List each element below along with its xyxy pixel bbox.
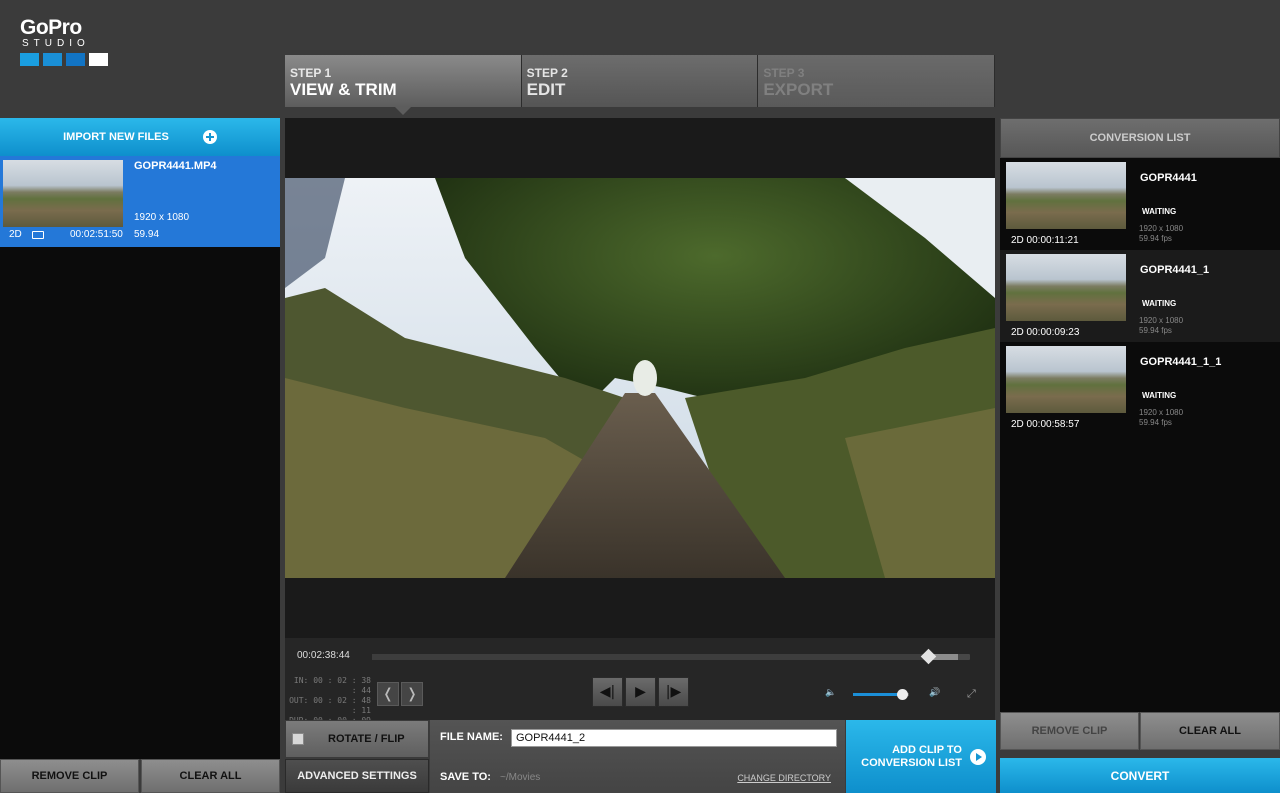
mark-in-button[interactable]: ❬ <box>377 682 399 706</box>
out-value: 00 : 02 : 48 : 11 <box>313 696 371 715</box>
playback-controls: 00:02:38:44 IN: 00 : 02 : 38 : 44 OUT: 0… <box>285 638 995 735</box>
mark-out-button[interactable]: ❭ <box>401 682 423 706</box>
step-number: STEP 2 <box>526 66 568 80</box>
logo-square <box>89 53 108 66</box>
in-label: IN: <box>293 676 309 685</box>
change-directory-link[interactable]: CHANGE DIRECTORY <box>737 773 831 783</box>
logo-brand: GoPro <box>20 16 82 39</box>
current-timecode: 00:02:38:44 <box>297 650 350 661</box>
conversion-duration: 2D 00:00:58:57 <box>1011 419 1080 430</box>
add-clip-line1: ADD CLIP TO <box>892 743 962 756</box>
add-clip-to-conversion-list-button[interactable]: ADD CLIP TO CONVERSION LIST <box>846 720 996 793</box>
conversion-resolution: 1920 x 1080 <box>1139 408 1184 417</box>
active-step-pointer <box>395 107 411 115</box>
volume-slider[interactable] <box>853 689 909 700</box>
step-number: STEP 1 <box>290 66 332 80</box>
save-to-path: ~/Movies <box>500 772 541 783</box>
file-name-label: FILE NAME: <box>440 731 503 743</box>
tab-view-trim[interactable]: STEP 1 VIEW & TRIM <box>285 55 522 115</box>
add-clip-line2: CONVERSION LIST <box>861 756 962 769</box>
mark-buttons: ❬ ❭ <box>377 682 423 706</box>
camera-icon <box>32 231 44 239</box>
tab-edit[interactable]: STEP 2 EDIT <box>521 55 759 107</box>
conversion-clip-name: GOPR4441_1_1 <box>1140 356 1222 368</box>
volume-level <box>853 693 903 696</box>
conversion-duration: 2D 00:00:09:23 <box>1011 327 1080 338</box>
volume-high-icon[interactable]: 🔊 <box>929 688 940 698</box>
conversion-duration: 2D 00:00:11:21 <box>1011 235 1079 246</box>
conversion-list-panel: CONVERSION LIST GOPR4441 WAITING 1920 x … <box>1000 118 1280 712</box>
step-title: EXPORT <box>763 80 834 99</box>
media-item[interactable]: GOPR4441.MP4 1920 x 1080 59.94 2D 00:02:… <box>0 156 280 247</box>
step-forward-button[interactable]: |▶ <box>658 677 689 707</box>
conversion-clear-all-button[interactable]: CLEAR ALL <box>1140 712 1280 750</box>
gopro-studio-logo: GoPro STUDIO <box>20 16 120 66</box>
clip-thumbnail <box>1006 346 1126 413</box>
rotate-checkbox[interactable] <box>292 733 304 745</box>
logo-squares <box>20 53 120 66</box>
out-label: OUT: <box>289 696 309 705</box>
clip-resolution: 1920 x 1080 <box>134 212 190 223</box>
video-frame[interactable] <box>285 178 995 578</box>
clip-mode: 2D <box>9 229 22 240</box>
conversion-clip-name: GOPR4441_1 <box>1140 264 1210 276</box>
import-new-files-button[interactable]: IMPORT NEW FILES <box>0 118 280 156</box>
clip-duration: 00:02:51:50 <box>70 229 123 240</box>
video-image <box>285 178 995 578</box>
status-badge: WAITING <box>1142 207 1177 216</box>
logo-square <box>20 53 39 66</box>
step-number: STEP 3 <box>763 66 805 80</box>
logo-square <box>66 53 85 66</box>
scrub-progress <box>372 654 929 660</box>
play-circle-icon <box>970 748 986 765</box>
step-title: EDIT <box>526 80 566 99</box>
clip-thumbnail <box>3 160 123 227</box>
clip-thumbnail <box>1006 162 1126 229</box>
fullscreen-icon[interactable]: ⤢ <box>967 687 976 701</box>
conversion-remove-clip-button[interactable]: REMOVE CLIP <box>1000 712 1139 750</box>
list-item[interactable]: GOPR4441 WAITING 1920 x 1080 59.94 fps 2… <box>1000 158 1280 250</box>
file-name-input[interactable] <box>511 729 837 747</box>
volume-low-icon[interactable]: 🔈 <box>825 688 836 698</box>
step-tabs: STEP 1 VIEW & TRIM STEP 2 EDIT STEP 3 EX… <box>285 55 996 115</box>
step-back-button[interactable]: ◀| <box>592 677 623 707</box>
list-item[interactable]: GOPR4441_1_1 WAITING 1920 x 1080 59.94 f… <box>1000 342 1280 434</box>
conversion-resolution: 1920 x 1080 <box>1139 224 1184 233</box>
conversion-resolution: 1920 x 1080 <box>1139 316 1184 325</box>
rotate-flip-button[interactable]: ROTATE / FLIP <box>285 720 429 758</box>
file-settings: FILE NAME: SAVE TO: ~/Movies CHANGE DIRE… <box>430 720 845 793</box>
logo-sub: STUDIO <box>22 38 90 49</box>
tab-export: STEP 3 EXPORT <box>758 55 996 107</box>
volume-handle[interactable] <box>897 689 909 700</box>
import-label: IMPORT NEW FILES <box>63 131 169 143</box>
clip-name: GOPR4441.MP4 <box>134 160 217 172</box>
advanced-settings-button[interactable]: ADVANCED SETTINGS <box>285 759 429 793</box>
plus-circle-icon <box>202 130 217 144</box>
in-value: 00 : 02 : 38 : 44 <box>313 676 371 695</box>
conversion-fps: 59.94 fps <box>1139 234 1172 243</box>
list-item[interactable]: GOPR4441_1 WAITING 1920 x 1080 59.94 fps… <box>1000 250 1280 342</box>
playhead-handle[interactable] <box>920 648 937 665</box>
play-button[interactable]: ▶ <box>625 677 656 707</box>
transport-buttons: ◀| ▶ |▶ <box>592 677 689 707</box>
convert-button[interactable]: CONVERT <box>1000 758 1280 793</box>
rotate-label: ROTATE / FLIP <box>328 733 405 745</box>
clear-all-button[interactable]: CLEAR ALL <box>141 759 280 793</box>
logo-square <box>43 53 62 66</box>
clip-fps: 59.94 <box>134 229 160 240</box>
clip-thumbnail <box>1006 254 1126 321</box>
conversion-clip-name: GOPR4441 <box>1140 172 1197 184</box>
conversion-fps: 59.94 fps <box>1139 418 1172 427</box>
remove-clip-button[interactable]: REMOVE CLIP <box>0 759 139 793</box>
save-to-label: SAVE TO: <box>440 771 491 783</box>
status-badge: WAITING <box>1142 299 1177 308</box>
conversion-list-header: CONVERSION LIST <box>1000 118 1280 158</box>
video-viewer <box>285 118 995 638</box>
media-bin: IMPORT NEW FILES GOPR4441.MP4 1920 x 108… <box>0 118 280 759</box>
scrub-bar[interactable] <box>372 648 970 665</box>
step-title: VIEW & TRIM <box>290 80 397 99</box>
conversion-fps: 59.94 fps <box>1139 326 1172 335</box>
status-badge: WAITING <box>1142 391 1177 400</box>
